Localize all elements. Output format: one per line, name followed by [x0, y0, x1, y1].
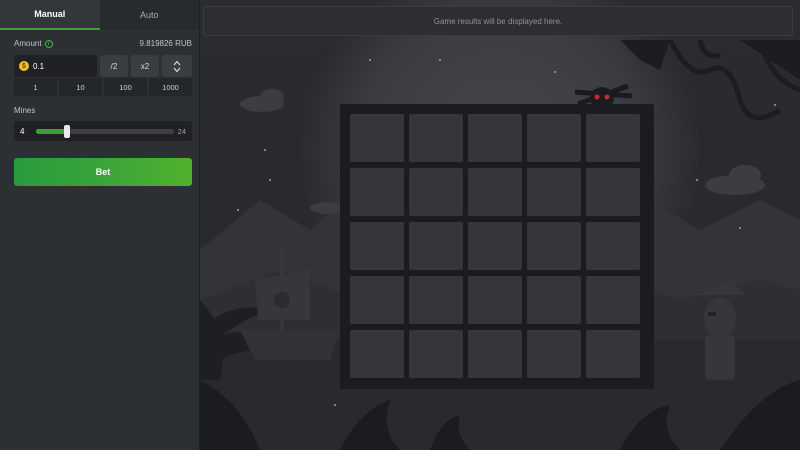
mine-tile[interactable]	[527, 168, 581, 216]
mines-slider-row: 4 24	[14, 121, 192, 141]
double-button[interactable]: x2	[131, 55, 159, 77]
mines-slider-handle[interactable]	[63, 124, 70, 138]
tab-auto[interactable]: Auto	[99, 0, 199, 30]
quick-amount-button[interactable]: 1	[14, 78, 57, 96]
mine-tile[interactable]	[586, 222, 640, 270]
mine-tile[interactable]	[527, 276, 581, 324]
game-results-bar: Game results will be displayed here.	[203, 6, 793, 36]
mine-tile[interactable]	[409, 222, 463, 270]
amount-input[interactable]	[33, 61, 83, 71]
amount-controls: $ /2 x2	[14, 55, 192, 77]
mine-tile[interactable]	[350, 222, 404, 270]
amount-field: $	[14, 55, 97, 77]
mine-tile[interactable]	[350, 114, 404, 162]
mine-tile[interactable]	[350, 276, 404, 324]
mine-tile[interactable]	[527, 114, 581, 162]
half-button[interactable]: /2	[100, 55, 128, 77]
chevron-down-icon[interactable]	[173, 67, 181, 73]
balance-value: 9.819826 RUB	[139, 39, 192, 48]
mines-header: Mines	[0, 106, 200, 115]
tab-manual[interactable]: Manual	[0, 0, 100, 30]
mine-tile[interactable]	[527, 222, 581, 270]
mines-value: 4	[20, 126, 25, 136]
mine-tile[interactable]	[586, 330, 640, 378]
mine-tile[interactable]	[527, 330, 581, 378]
mine-tile[interactable]	[409, 330, 463, 378]
amount-stepper[interactable]	[162, 55, 192, 77]
mine-tile[interactable]	[409, 114, 463, 162]
bet-button[interactable]: Bet	[14, 158, 192, 186]
mode-tabs: Manual Auto	[0, 0, 199, 30]
quick-amount-button[interactable]: 100	[104, 78, 147, 96]
game-results-text: Game results will be displayed here.	[433, 16, 563, 26]
mine-tile[interactable]	[409, 168, 463, 216]
game-area: Game results will be displayed here.	[200, 0, 800, 450]
quick-amount-button[interactable]: 10	[59, 78, 102, 96]
amount-label: Amount	[14, 39, 42, 48]
mines-slider[interactable]	[36, 124, 174, 138]
mine-tile[interactable]	[350, 330, 404, 378]
control-panel: Manual Auto Amount i 9.819826 RUB $ /2 x…	[0, 0, 200, 450]
mine-tile[interactable]	[586, 168, 640, 216]
mine-tile[interactable]	[586, 114, 640, 162]
mines-board	[340, 104, 654, 389]
mines-max-value: 24	[177, 126, 186, 136]
mines-slider-fill	[36, 128, 67, 134]
mine-tile[interactable]	[350, 168, 404, 216]
quick-amounts: 1 10 100 1000	[14, 78, 192, 96]
mine-tile[interactable]	[468, 114, 522, 162]
chevron-up-icon[interactable]	[173, 60, 181, 66]
info-icon[interactable]: i	[44, 39, 53, 48]
mine-tile[interactable]	[586, 276, 640, 324]
mine-tile[interactable]	[409, 276, 463, 324]
mine-tile[interactable]	[468, 222, 522, 270]
quick-amount-button[interactable]: 1000	[149, 78, 192, 96]
mine-tile[interactable]	[468, 168, 522, 216]
mine-tile[interactable]	[468, 276, 522, 324]
mine-tile[interactable]	[468, 330, 522, 378]
mines-label: Mines	[14, 106, 36, 115]
coin-icon: $	[19, 61, 29, 71]
amount-header: Amount i 9.819826 RUB	[0, 39, 200, 48]
